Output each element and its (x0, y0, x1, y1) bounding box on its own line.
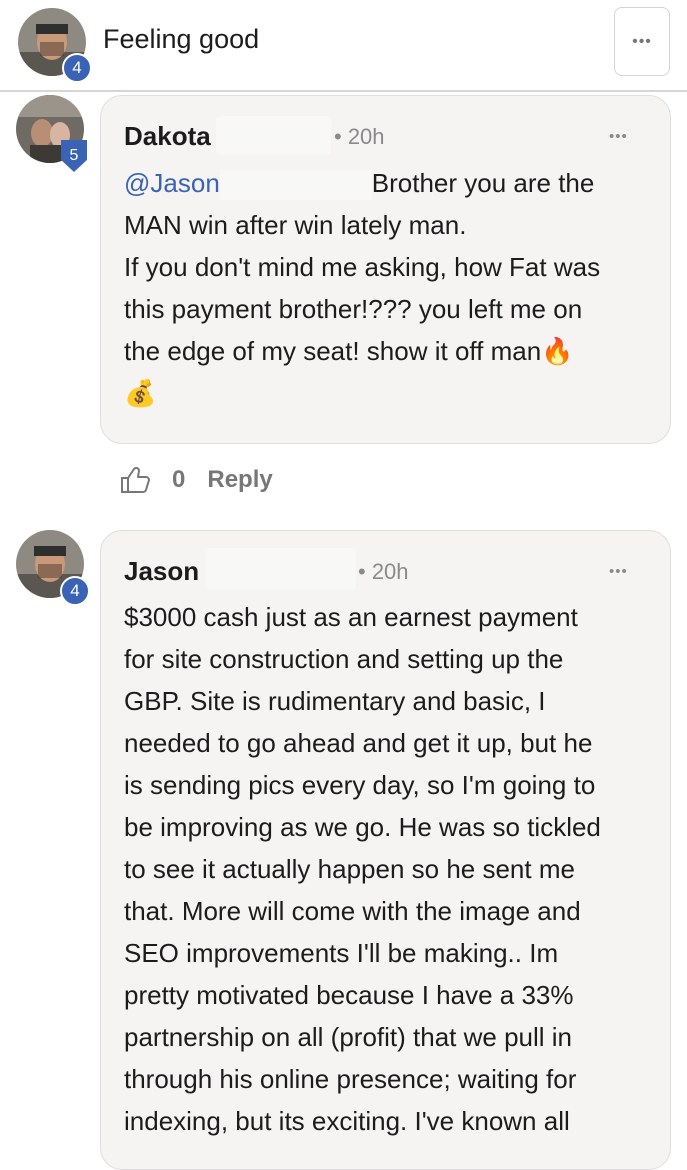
comment-line: $3000 cash just as an earnest payment (124, 602, 578, 632)
comment-line: indexing, but its exciting. I've known a… (124, 1106, 570, 1136)
money-bag-emoji: 💰 (124, 378, 157, 408)
redacted-name (206, 548, 356, 590)
comment-line: this payment brother!??? you left me on (124, 294, 583, 324)
level-badge: 5 (61, 140, 87, 172)
post-title: Feeling good (103, 24, 260, 54)
comment-line: If you don't mind me asking, how Fat was (124, 252, 601, 282)
comment-line: needed to go ahead and get it up, but he (124, 728, 593, 758)
comment-line-text: the edge of my seat! show it off man (124, 336, 542, 366)
comment-line-text: Brother you are the (371, 168, 595, 198)
user-mention-link[interactable]: @Jason (124, 168, 220, 198)
comment-line: MAN win after win lately man. (124, 210, 467, 240)
fire-emoji: 🔥 (541, 336, 574, 366)
comment-actions: 0 Reply (120, 460, 273, 500)
comment-line: is sending pics every day, so I'm going … (124, 770, 596, 800)
comment-author-name[interactable]: Jason (124, 556, 199, 587)
comment-line: GBP. Site is rudimentary and basic, I (124, 686, 546, 716)
comment-line: @Jason Brother you are the (124, 162, 654, 204)
comment-line: pretty motivated because I have a 33% (124, 980, 574, 1010)
comment-timestamp: • 20h (358, 559, 409, 584)
level-badge: 4 (62, 53, 92, 83)
comment-text: $3000 cash just as an earnest payment fo… (124, 596, 659, 1142)
more-options-icon: ••• (632, 32, 652, 50)
post-header: 4 Feeling good ••• (0, 0, 687, 92)
level-badge: 4 (60, 576, 90, 606)
redacted-name (219, 170, 372, 201)
comment-line: for site construction and setting up the (124, 644, 564, 674)
comment-author-name[interactable]: Dakota (124, 121, 211, 152)
comment-more-options-button[interactable]: ••• (609, 128, 628, 145)
comment-line: partnership on all (profit) that we pull… (124, 1022, 573, 1052)
comment-line: be improving as we go. He was so tickled (124, 812, 601, 842)
like-count: 0 (172, 466, 186, 493)
comment-more-options-button[interactable]: ••• (609, 563, 628, 580)
comment-timestamp: • 20h (334, 124, 385, 149)
comment-line: that. More will come with the image and (124, 896, 581, 926)
thumbs-up-icon[interactable] (120, 466, 150, 494)
post-more-options-button[interactable]: ••• (614, 7, 670, 76)
comment-line: the edge of my seat! show it off man🔥 (124, 330, 654, 372)
comment-line: to see it actually happen so he sent me (124, 854, 575, 884)
reply-button[interactable]: Reply (207, 466, 272, 494)
comment-line: through his online presence; waiting for (124, 1064, 577, 1094)
redacted-name (216, 116, 331, 154)
comment-line: 💰 (124, 372, 654, 414)
comment-line: SEO improvements I'll be making.. Im (124, 938, 559, 968)
comment-text: @Jason Brother you are the MAN win after … (124, 162, 654, 414)
